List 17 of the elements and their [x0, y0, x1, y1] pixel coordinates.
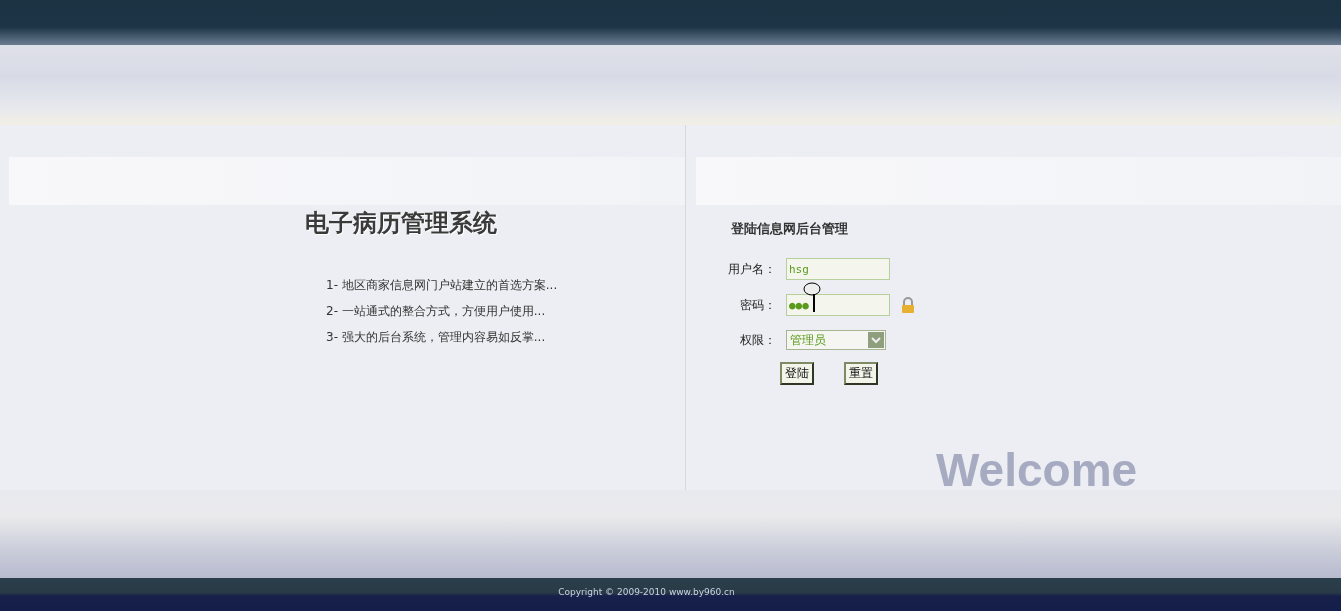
reset-button[interactable]: 重置 — [844, 362, 878, 385]
login-heading: 登陆信息网后台管理 — [731, 220, 848, 238]
username-field[interactable]: hsg — [786, 258, 890, 280]
feature-text: 3- 强大的后台系统，管理内容易如反掌... — [326, 329, 546, 346]
field-label: 用户名： — [728, 260, 776, 278]
feature-text: 1- 地区商家信息网门户站建立的首选方案... — [326, 277, 558, 294]
field-label: 密码： — [740, 296, 776, 314]
feature-text: 2- 一站通式的整合方式，方便用户使用... — [326, 303, 546, 320]
role-dropdown[interactable]: 管理员 — [786, 330, 886, 350]
login-button[interactable]: 登陆 — [780, 362, 814, 385]
lock-icon — [900, 296, 916, 314]
copyright-text: Copyright © 2009-2010 www.by960.cn — [558, 587, 735, 597]
welcome-watermark: Welcome — [936, 443, 1138, 497]
system-title: 电子病历管理系统 — [305, 207, 497, 239]
caret-icon — [868, 332, 884, 348]
password-field[interactable]: ●●● — [786, 294, 890, 316]
field-label: 权限： — [740, 331, 776, 349]
